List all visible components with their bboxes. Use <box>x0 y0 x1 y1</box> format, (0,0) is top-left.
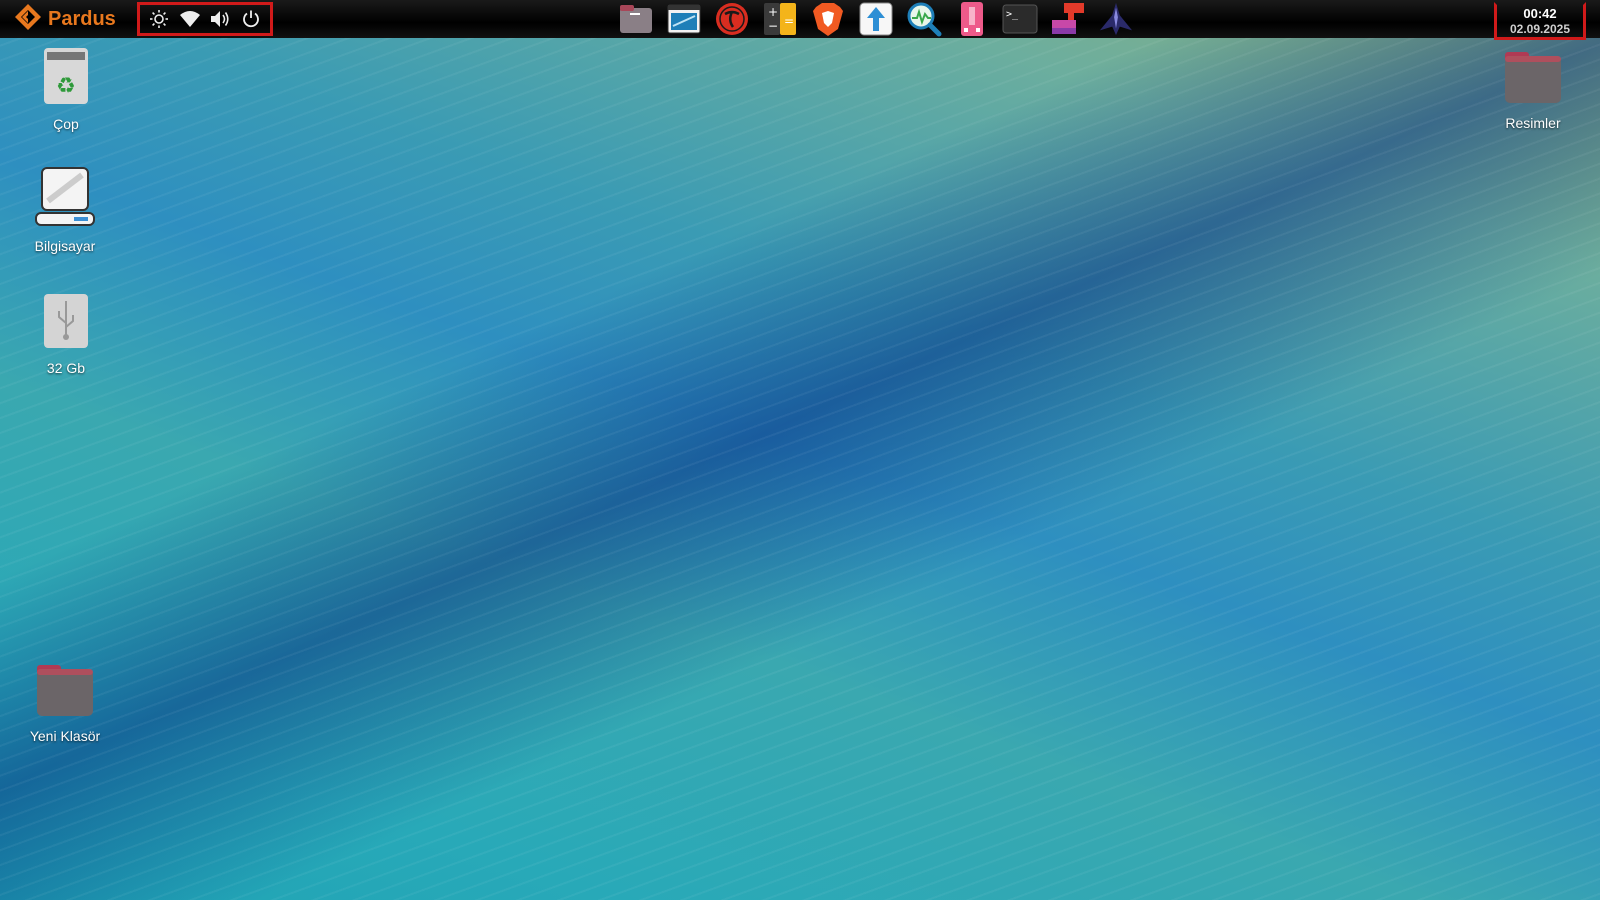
svg-text:=: = <box>784 14 794 28</box>
app-dock: + − = >_ <box>618 0 1134 38</box>
screenshot-icon[interactable] <box>666 1 702 37</box>
trash-label: Çop <box>53 116 79 132</box>
pardus-menu-button[interactable]: Pardus <box>14 3 116 36</box>
system-tray <box>137 2 273 36</box>
inkscape-icon[interactable] <box>1098 1 1134 37</box>
trash-icon: ♻ <box>43 47 89 110</box>
desktop-icon-pictures[interactable]: Resimler <box>1485 50 1581 131</box>
svg-text:+: + <box>768 5 778 19</box>
terminal-icon[interactable]: >_ <box>1002 1 1038 37</box>
desktop-icon-trash[interactable]: ♻ Çop <box>18 47 114 132</box>
software-update-icon[interactable] <box>858 1 894 37</box>
pardus-logo-icon <box>14 3 42 36</box>
desktop-icon-usb-drive[interactable]: 32 Gb <box>18 293 114 376</box>
desktop-wallpaper <box>0 0 1600 900</box>
desktop-icon-computer[interactable]: Bilgisayar <box>17 167 113 254</box>
brave-browser-icon[interactable] <box>810 1 846 37</box>
wifi-icon[interactable] <box>179 8 201 30</box>
power-icon[interactable] <box>240 8 262 30</box>
app-installer-icon[interactable] <box>1050 1 1086 37</box>
usb-drive-icon <box>43 293 89 354</box>
pictures-label: Resimler <box>1505 115 1561 131</box>
clock-widget[interactable]: 00:42 02.09.2025 <box>1494 2 1586 40</box>
computer-label: Bilgisayar <box>34 238 96 254</box>
svg-text:−: − <box>768 19 778 33</box>
brightness-icon[interactable] <box>148 8 170 30</box>
usb-writer-icon[interactable] <box>954 1 990 37</box>
pardus-app-icon[interactable] <box>714 1 750 37</box>
svg-text:>_: >_ <box>1006 9 1019 20</box>
svg-text:♻: ♻ <box>56 74 76 99</box>
system-monitor-icon[interactable] <box>906 1 942 37</box>
desktop-icon-new-folder[interactable]: Yeni Klasör <box>17 663 113 744</box>
clock-date: 02.09.2025 <box>1509 22 1571 36</box>
computer-icon <box>34 167 96 232</box>
top-panel: Pardus + − = >_ 00:42 02.09.2025 <box>0 0 1600 40</box>
folder-icon <box>36 663 94 722</box>
new-folder-label: Yeni Klasör <box>29 728 101 744</box>
volume-icon[interactable] <box>209 8 231 30</box>
usb-drive-label: 32 Gb <box>46 360 86 376</box>
calculator-icon[interactable]: + − = <box>762 1 798 37</box>
folder-icon <box>1504 50 1562 109</box>
file-manager-icon[interactable] <box>618 1 654 37</box>
brand-label: Pardus <box>48 7 116 30</box>
clock-time: 00:42 <box>1523 6 1557 21</box>
